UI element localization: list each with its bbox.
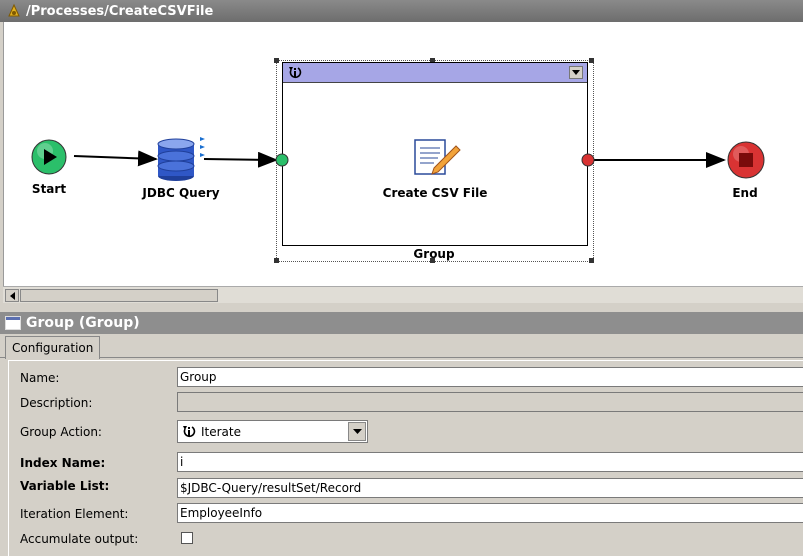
form-row-group-action: Group Action: Iterate — [9, 420, 803, 444]
group-end-connector[interactable] — [581, 153, 595, 167]
chevron-down-icon — [352, 429, 362, 434]
start-node-label: Start — [31, 182, 67, 196]
form-row-variable-list: Variable List: $JDBC-Query/resultSet/Rec… — [9, 477, 803, 501]
group-start-connector[interactable] — [275, 153, 289, 167]
iteration-element-label: Iteration Element: — [20, 507, 129, 521]
document-edit-icon[interactable] — [412, 138, 462, 178]
transition-start-jdbc[interactable] — [73, 150, 158, 167]
group-action-dropdown-button[interactable] — [348, 422, 366, 441]
variable-list-field[interactable]: $JDBC-Query/resultSet/Record — [177, 478, 803, 498]
group-label: Group — [413, 247, 455, 261]
process-icon — [8, 3, 20, 17]
iterate-icon — [183, 425, 196, 437]
scroll-thumb[interactable] — [20, 289, 218, 302]
group-action-select[interactable]: Iterate — [177, 420, 368, 443]
window-titlebar: /Processes/CreateCSVFile — [0, 0, 803, 22]
variable-list-label: Variable List: — [20, 479, 110, 493]
form-row-iteration-element: Iteration Element: EmployeeInfo — [9, 502, 803, 526]
panel-tabs: Configuration — [0, 334, 803, 359]
chevron-left-icon — [9, 291, 15, 300]
resize-handle[interactable] — [589, 58, 594, 63]
resize-handle[interactable] — [274, 58, 279, 63]
transition-jdbc-group[interactable] — [203, 151, 278, 168]
index-name-label: Index Name: — [20, 456, 106, 470]
description-label: Description: — [20, 396, 93, 410]
configuration-form: Name: Group Description: Group Action: I… — [8, 360, 803, 556]
name-label: Name: — [20, 371, 60, 385]
group-menu-button[interactable] — [569, 66, 583, 79]
panel-window-icon — [5, 316, 21, 330]
index-name-field[interactable]: i — [177, 452, 803, 472]
window-title: /Processes/CreateCSVFile — [26, 3, 214, 19]
csv-node-label: Create CSV File — [382, 186, 488, 200]
resize-handle[interactable] — [589, 258, 594, 263]
accumulate-output-label: Accumulate output: — [20, 532, 139, 546]
form-row-accumulate: Accumulate output: — [9, 527, 803, 551]
group-header[interactable] — [283, 63, 587, 83]
description-field[interactable] — [177, 392, 803, 412]
jdbc-node-label: JDBC Query — [142, 186, 220, 200]
process-canvas[interactable]: Start JDBC Query Create CSV File End Gro… — [3, 22, 803, 286]
end-node-icon[interactable] — [726, 140, 766, 180]
accumulate-output-checkbox[interactable] — [181, 532, 193, 544]
panel-title: Group (Group) — [26, 315, 140, 331]
group-action-value: Iterate — [201, 424, 242, 439]
chevron-down-icon — [572, 70, 580, 75]
form-row-index-name: Index Name: i — [9, 451, 803, 475]
name-field[interactable]: Group — [177, 367, 803, 387]
canvas-hscrollbar[interactable] — [3, 286, 803, 303]
resize-handle[interactable] — [274, 258, 279, 263]
start-node-icon[interactable] — [30, 138, 70, 178]
form-row-name: Name: Group — [9, 366, 803, 390]
form-row-description: Description: — [9, 391, 803, 415]
end-node-label: End — [732, 186, 758, 200]
database-icon[interactable] — [156, 134, 212, 184]
iteration-element-field[interactable]: EmployeeInfo — [177, 503, 803, 523]
properties-panel-header: Group (Group) — [0, 312, 803, 334]
tab-configuration[interactable]: Configuration — [5, 336, 101, 359]
group-action-label: Group Action: — [20, 425, 102, 439]
iterate-icon — [289, 67, 302, 79]
scroll-left-button[interactable] — [5, 289, 19, 302]
